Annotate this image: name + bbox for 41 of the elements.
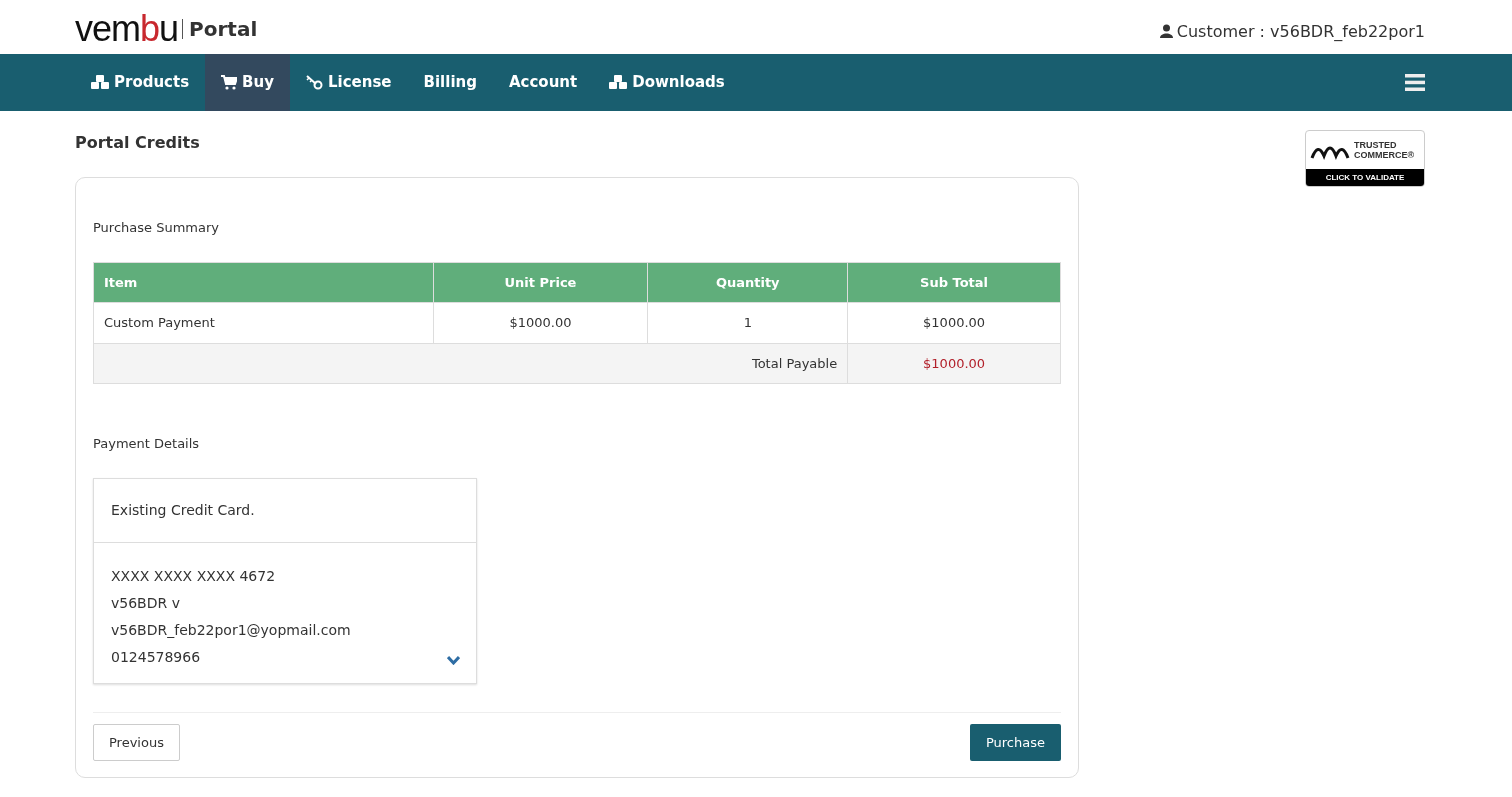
section-heading: Purchase Summary bbox=[93, 219, 220, 237]
customer-name: Customer : v56BDR_feb22por1 bbox=[1176, 21, 1425, 43]
nav-tab[interactable]: Buy bbox=[205, 54, 290, 111]
menu-icon[interactable] bbox=[1405, 74, 1425, 91]
card-detail: XXXX XXXX XXXX 4672 bbox=[111, 566, 276, 586]
section-heading: Payment Details bbox=[93, 435, 201, 453]
card-title: Existing Credit Card. bbox=[94, 478, 476, 543]
column-header: Sub Total bbox=[847, 262, 1061, 303]
table-cell: $1000.00 bbox=[433, 302, 648, 343]
nav-tab[interactable]: License bbox=[290, 54, 408, 111]
user-icon bbox=[1159, 24, 1173, 38]
chevron-down-icon[interactable] bbox=[447, 655, 460, 665]
column-header: Unit Price bbox=[433, 262, 648, 303]
column-header: Quantity bbox=[647, 262, 848, 303]
nav-tab[interactable]: Downloads bbox=[593, 54, 741, 111]
badge-text: TRUSTED bbox=[1354, 139, 1398, 150]
product-name: Portal bbox=[182, 19, 258, 39]
purchase-button[interactable]: Purchase bbox=[969, 723, 1061, 761]
table-cell: Custom Payment bbox=[93, 302, 434, 343]
nav-tab[interactable]: Billing bbox=[407, 54, 493, 111]
previous-button[interactable]: Previous bbox=[93, 723, 180, 761]
card-detail: v56BDR v bbox=[111, 593, 180, 613]
trust-badge[interactable]: TRUSTED COMMERCE® CLICK TO VALIDATE bbox=[1305, 130, 1425, 187]
nav-tab[interactable]: Products bbox=[75, 54, 206, 111]
page-title: Portal Credits bbox=[75, 132, 201, 154]
credit-card-panel[interactable]: Existing Credit Card. XXXX XXXX XXXX 4672 v56BDR v v56BDR_feb22por1@yopmail.com 0124578966 bbox=[93, 477, 477, 684]
badge-text: COMMERCE® bbox=[1354, 150, 1415, 161]
card-detail: 0124578966 bbox=[111, 647, 201, 667]
table-cell: 1 bbox=[647, 302, 848, 343]
validate-link[interactable]: CLICK TO VALIDATE bbox=[1306, 169, 1424, 186]
cart-icon bbox=[221, 75, 238, 90]
cubes-icon bbox=[91, 75, 109, 90]
key-icon bbox=[306, 75, 323, 90]
logo: vembu bbox=[75, 11, 179, 47]
total-label: Total Payable bbox=[93, 343, 848, 384]
nav-tab[interactable]: Account bbox=[492, 54, 594, 111]
total-amount: $1000.00 bbox=[847, 343, 1061, 384]
table-cell: $1000.00 bbox=[847, 302, 1061, 343]
cubes-icon bbox=[609, 75, 628, 90]
column-header: Item bbox=[93, 262, 434, 303]
card-detail: v56BDR_feb22por1@yopmail.com bbox=[111, 620, 351, 640]
